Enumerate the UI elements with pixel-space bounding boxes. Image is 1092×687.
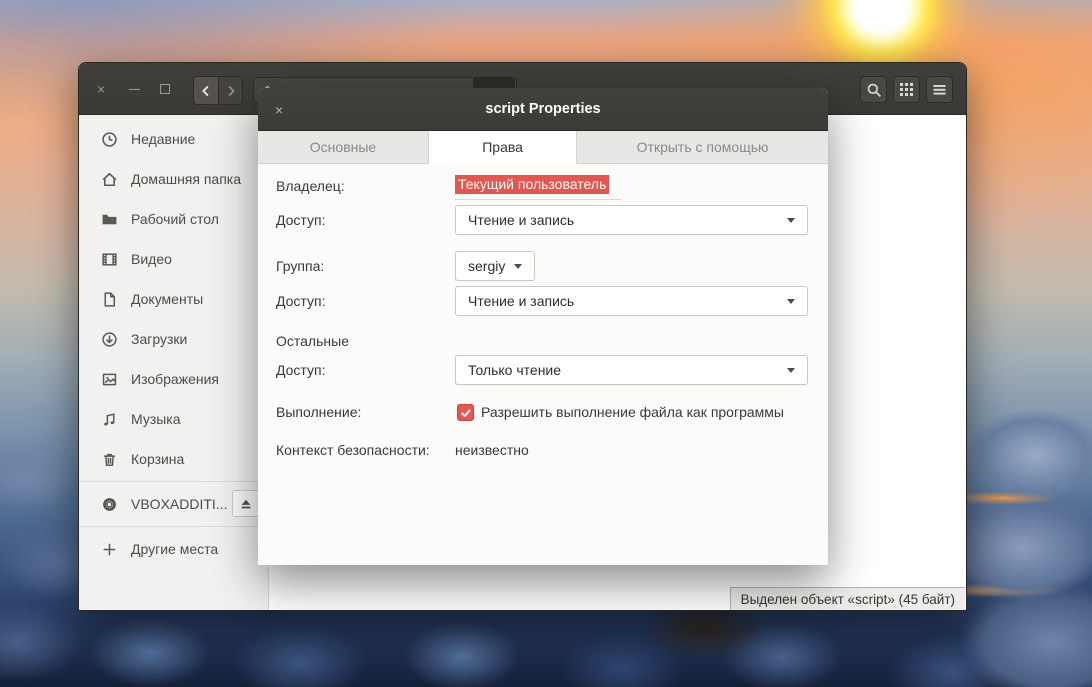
search-button[interactable] xyxy=(860,76,887,103)
group-dropdown[interactable]: sergiy xyxy=(455,251,536,281)
status-text: Выделен объект «script» (45 байт) xyxy=(740,591,955,607)
window-close-button[interactable]: × xyxy=(97,63,105,115)
sidebar-item-label: Недавние xyxy=(131,131,196,147)
sidebar-item-label: Корзина xyxy=(131,451,185,467)
image-icon xyxy=(101,371,118,388)
security-context-value: неизвестно xyxy=(455,442,529,458)
dialog-title: script Properties xyxy=(485,101,601,117)
sidebar-item-label: Другие места xyxy=(131,541,219,557)
tab-open-with[interactable]: Открыть с помощью xyxy=(577,131,828,163)
sidebar-separator xyxy=(79,481,268,482)
owner-access-label: Доступ: xyxy=(276,212,326,228)
chevron-right-icon xyxy=(228,85,235,96)
chevron-down-icon xyxy=(787,217,795,223)
others-heading: Остальные xyxy=(276,333,349,349)
owner-access-value: Чтение и запись xyxy=(468,212,575,228)
security-context-label: Контекст безопасности: xyxy=(276,442,430,458)
sidebar-item-documents[interactable]: Документы xyxy=(79,279,268,319)
sidebar-item-videos[interactable]: Видео xyxy=(79,239,268,279)
search-icon xyxy=(867,83,881,97)
owner-access-dropdown[interactable]: Чтение и запись xyxy=(455,205,808,235)
owner-label: Владелец: xyxy=(276,178,345,194)
group-access-value: Чтение и запись xyxy=(468,293,575,309)
sidebar-item-music[interactable]: Музыка xyxy=(79,399,268,439)
execute-label: Выполнение: xyxy=(276,404,362,420)
view-grid-button[interactable] xyxy=(893,76,920,103)
sidebar-item-recent[interactable]: Недавние xyxy=(79,119,268,159)
clock-icon xyxy=(101,131,118,148)
forward-button[interactable] xyxy=(218,77,242,104)
group-access-dropdown[interactable]: Чтение и запись xyxy=(455,286,808,316)
maximize-icon xyxy=(160,84,170,94)
window-minimize-button[interactable]: ─ xyxy=(129,63,140,115)
chevron-down-icon xyxy=(514,263,523,269)
sidebar-item-label: Видео xyxy=(131,251,172,267)
execute-checkbox[interactable] xyxy=(457,404,474,421)
eject-icon xyxy=(241,499,250,508)
sidebar-item-other-places[interactable]: Другие места xyxy=(79,529,268,569)
others-access-value: Только чтение xyxy=(468,362,562,378)
tab-basic[interactable]: Основные xyxy=(258,131,429,163)
places-sidebar: Недавние Домашняя папка Рабочий стол Вид… xyxy=(79,115,269,610)
film-icon xyxy=(101,251,118,268)
headerbar-actions xyxy=(860,76,953,103)
dialog-tabs: Основные Права Открыть с помощью xyxy=(258,131,828,164)
others-access-label: Доступ: xyxy=(276,362,326,378)
group-value: sergiy xyxy=(468,258,506,274)
sidebar-item-label: Домашняя папка xyxy=(131,171,242,187)
eject-button[interactable] xyxy=(232,490,259,517)
music-icon xyxy=(101,411,118,428)
sidebar-item-label: Загрузки xyxy=(131,331,188,347)
menu-button[interactable] xyxy=(926,76,953,103)
sidebar-item-label: Музыка xyxy=(131,411,181,427)
download-icon xyxy=(101,331,118,348)
chevron-left-icon xyxy=(202,85,209,96)
trash-icon xyxy=(101,451,118,468)
window-maximize-button[interactable] xyxy=(160,63,170,115)
checkmark-icon xyxy=(460,408,471,417)
sidebar-item-pictures[interactable]: Изображения xyxy=(79,359,268,399)
sidebar-separator xyxy=(79,526,268,527)
chevron-down-icon xyxy=(787,298,795,304)
sidebar-item-trash[interactable]: Корзина xyxy=(79,439,268,479)
permissions-panel: Владелец: Текущий пользователь Доступ: Ч… xyxy=(258,164,828,564)
screen: × ─ Недавние Домашняя папка Рабочий стол… xyxy=(0,0,1092,687)
hamburger-icon xyxy=(933,85,946,95)
sidebar-item-home[interactable]: Домашняя папка xyxy=(79,159,268,199)
owner-entry-underline xyxy=(455,199,621,200)
sidebar-item-label: Рабочий стол xyxy=(131,211,219,227)
navigation-buttons xyxy=(193,76,243,105)
sidebar-item-downloads[interactable]: Загрузки xyxy=(79,319,268,359)
execute-checkbox-label[interactable]: Разрешить выполнение файла как программы xyxy=(481,404,784,420)
document-icon xyxy=(101,291,118,308)
owner-selected-text: Текущий пользователь xyxy=(455,175,610,194)
group-access-label: Доступ: xyxy=(276,293,326,309)
sidebar-item-desktop[interactable]: Рабочий стол xyxy=(79,199,268,239)
sidebar-item-label: Документы xyxy=(131,291,204,307)
back-button[interactable] xyxy=(194,77,218,104)
disc-icon xyxy=(101,496,118,513)
owner-entry[interactable]: Текущий пользователь xyxy=(455,175,610,194)
dialog-titlebar[interactable]: × script Properties xyxy=(258,88,828,131)
group-label: Группа: xyxy=(276,258,325,274)
folder-icon xyxy=(101,211,118,228)
sidebar-item-label: Изображения xyxy=(131,371,219,387)
others-access-dropdown[interactable]: Только чтение xyxy=(455,355,808,385)
sidebar-item-vbox-device[interactable]: VBOXADDITI... xyxy=(79,484,268,524)
grid-icon xyxy=(900,83,913,96)
dialog-close-button[interactable]: × xyxy=(275,88,283,131)
tab-permissions[interactable]: Права xyxy=(429,131,578,164)
properties-dialog: × script Properties Основные Права Откры… xyxy=(258,88,828,565)
chevron-down-icon xyxy=(787,367,795,373)
home-icon xyxy=(101,171,118,188)
sidebar-item-label: VBOXADDITI... xyxy=(131,496,227,512)
status-bar: Выделен объект «script» (45 байт) xyxy=(729,587,965,610)
plus-icon xyxy=(101,541,118,558)
